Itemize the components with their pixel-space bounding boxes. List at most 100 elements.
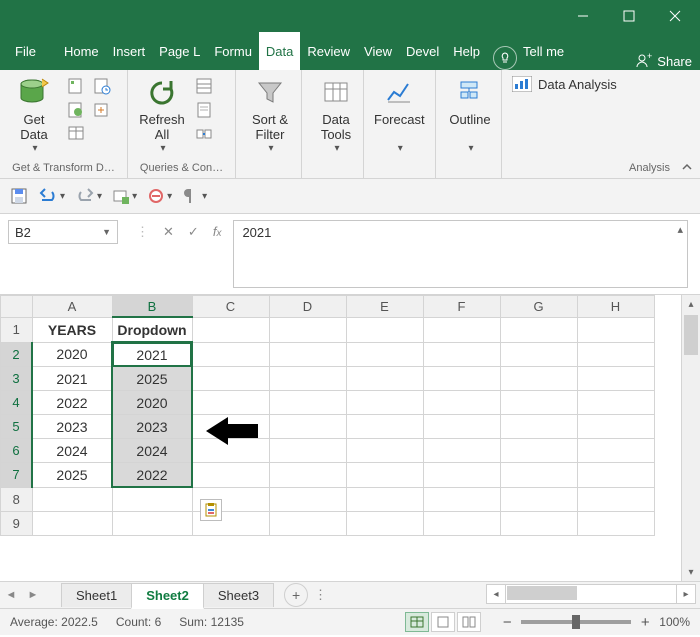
- cell[interactable]: 2021: [32, 367, 112, 391]
- qat-button-2[interactable]: ▾: [147, 187, 172, 205]
- expand-formula-bar-icon[interactable]: ▴: [677, 223, 683, 236]
- cell[interactable]: Dropdown: [112, 317, 192, 342]
- cell[interactable]: [192, 391, 269, 415]
- fx-icon[interactable]: fx: [213, 224, 222, 239]
- cell[interactable]: [423, 391, 500, 415]
- row-header[interactable]: 5: [1, 415, 33, 439]
- cell[interactable]: [577, 367, 654, 391]
- row-header[interactable]: 4: [1, 391, 33, 415]
- redo-button[interactable]: ▾: [75, 188, 102, 204]
- cell[interactable]: [577, 487, 654, 512]
- zoom-out-button[interactable]: −: [499, 614, 515, 631]
- qat-button-3[interactable]: ▾: [182, 187, 207, 205]
- cell[interactable]: [269, 342, 346, 367]
- zoom-slider[interactable]: [521, 620, 631, 624]
- tell-me-bulb-icon[interactable]: [493, 46, 517, 70]
- cell[interactable]: 2025: [32, 463, 112, 488]
- cell[interactable]: [423, 463, 500, 488]
- cell[interactable]: [346, 512, 423, 536]
- tab-file[interactable]: File: [8, 32, 43, 70]
- column-header[interactable]: G: [500, 296, 577, 318]
- cell[interactable]: [269, 487, 346, 512]
- cell[interactable]: [346, 415, 423, 439]
- scroll-left-button[interactable]: ◂: [486, 584, 506, 604]
- cell[interactable]: 2024: [112, 439, 192, 463]
- collapse-ribbon-button[interactable]: [680, 160, 694, 174]
- cell[interactable]: [192, 463, 269, 488]
- recent-sources-button[interactable]: [92, 76, 112, 96]
- queries-connections-button[interactable]: [194, 76, 214, 96]
- cell[interactable]: [577, 439, 654, 463]
- sort-filter-button[interactable]: Sort & Filter▾: [244, 74, 296, 154]
- paste-options-button[interactable]: [200, 499, 222, 521]
- sheet-tab[interactable]: Sheet1: [61, 583, 132, 607]
- tab-page-layout[interactable]: Page L: [152, 32, 207, 70]
- tab-insert[interactable]: Insert: [106, 32, 153, 70]
- cell[interactable]: [500, 342, 577, 367]
- cell[interactable]: [423, 342, 500, 367]
- cell[interactable]: [577, 463, 654, 488]
- outline-button[interactable]: Outline▾: [444, 74, 496, 154]
- column-header[interactable]: F: [423, 296, 500, 318]
- column-header[interactable]: D: [269, 296, 346, 318]
- scroll-right-button[interactable]: ▸: [676, 584, 696, 604]
- cell[interactable]: [346, 487, 423, 512]
- share-button[interactable]: + Share: [635, 52, 692, 70]
- cell[interactable]: [423, 415, 500, 439]
- scroll-thumb[interactable]: [507, 586, 577, 600]
- minimize-button[interactable]: [560, 0, 606, 32]
- cell[interactable]: 2020: [112, 391, 192, 415]
- undo-button[interactable]: ▾: [38, 188, 65, 204]
- new-sheet-button[interactable]: +: [284, 583, 308, 607]
- cell[interactable]: [269, 439, 346, 463]
- cell[interactable]: [577, 415, 654, 439]
- cell[interactable]: [577, 391, 654, 415]
- sheet-tab[interactable]: Sheet3: [203, 583, 274, 607]
- sheet-tab-options-icon[interactable]: ⋮: [314, 587, 327, 603]
- existing-connections-button[interactable]: [92, 100, 112, 120]
- data-analysis-button[interactable]: Data Analysis: [512, 76, 617, 92]
- tab-data[interactable]: Data: [259, 32, 300, 70]
- cell[interactable]: [500, 391, 577, 415]
- zoom-level[interactable]: 100%: [659, 615, 690, 629]
- column-header[interactable]: C: [192, 296, 269, 318]
- sheet-nav-prev[interactable]: ◄: [0, 589, 22, 601]
- cell[interactable]: [269, 367, 346, 391]
- cell[interactable]: 2021: [112, 342, 192, 367]
- cell[interactable]: [346, 391, 423, 415]
- zoom-in-button[interactable]: +: [637, 614, 653, 631]
- column-header[interactable]: B: [112, 296, 192, 318]
- select-all-corner[interactable]: [1, 296, 33, 318]
- cell[interactable]: [192, 367, 269, 391]
- formula-options-icon[interactable]: ⋮: [136, 224, 149, 240]
- close-button[interactable]: [652, 0, 698, 32]
- from-web-button[interactable]: [66, 100, 86, 120]
- cell[interactable]: [269, 391, 346, 415]
- cell[interactable]: [269, 463, 346, 488]
- cell[interactable]: 2020: [32, 342, 112, 367]
- cell[interactable]: [346, 463, 423, 488]
- column-header[interactable]: E: [346, 296, 423, 318]
- cell[interactable]: 2022: [32, 391, 112, 415]
- tab-review[interactable]: Review: [300, 32, 357, 70]
- data-tools-button[interactable]: Data Tools▾: [310, 74, 362, 154]
- row-header[interactable]: 7: [1, 463, 33, 488]
- cell[interactable]: [500, 463, 577, 488]
- cell[interactable]: [32, 512, 112, 536]
- column-header[interactable]: A: [32, 296, 112, 318]
- forecast-button[interactable]: Forecast▾: [372, 74, 427, 154]
- edit-links-button[interactable]: [194, 124, 214, 144]
- row-header[interactable]: 8: [1, 487, 33, 512]
- cell[interactable]: [423, 512, 500, 536]
- qat-button-1[interactable]: ▾: [112, 187, 137, 205]
- cell[interactable]: [112, 487, 192, 512]
- cell[interactable]: 2022: [112, 463, 192, 488]
- cell[interactable]: [346, 342, 423, 367]
- cell[interactable]: [500, 512, 577, 536]
- row-header[interactable]: 1: [1, 317, 33, 342]
- cell[interactable]: 2025: [112, 367, 192, 391]
- page-layout-view-button[interactable]: [431, 612, 455, 632]
- cancel-icon[interactable]: ✕: [163, 224, 174, 240]
- cell[interactable]: [500, 415, 577, 439]
- maximize-button[interactable]: [606, 0, 652, 32]
